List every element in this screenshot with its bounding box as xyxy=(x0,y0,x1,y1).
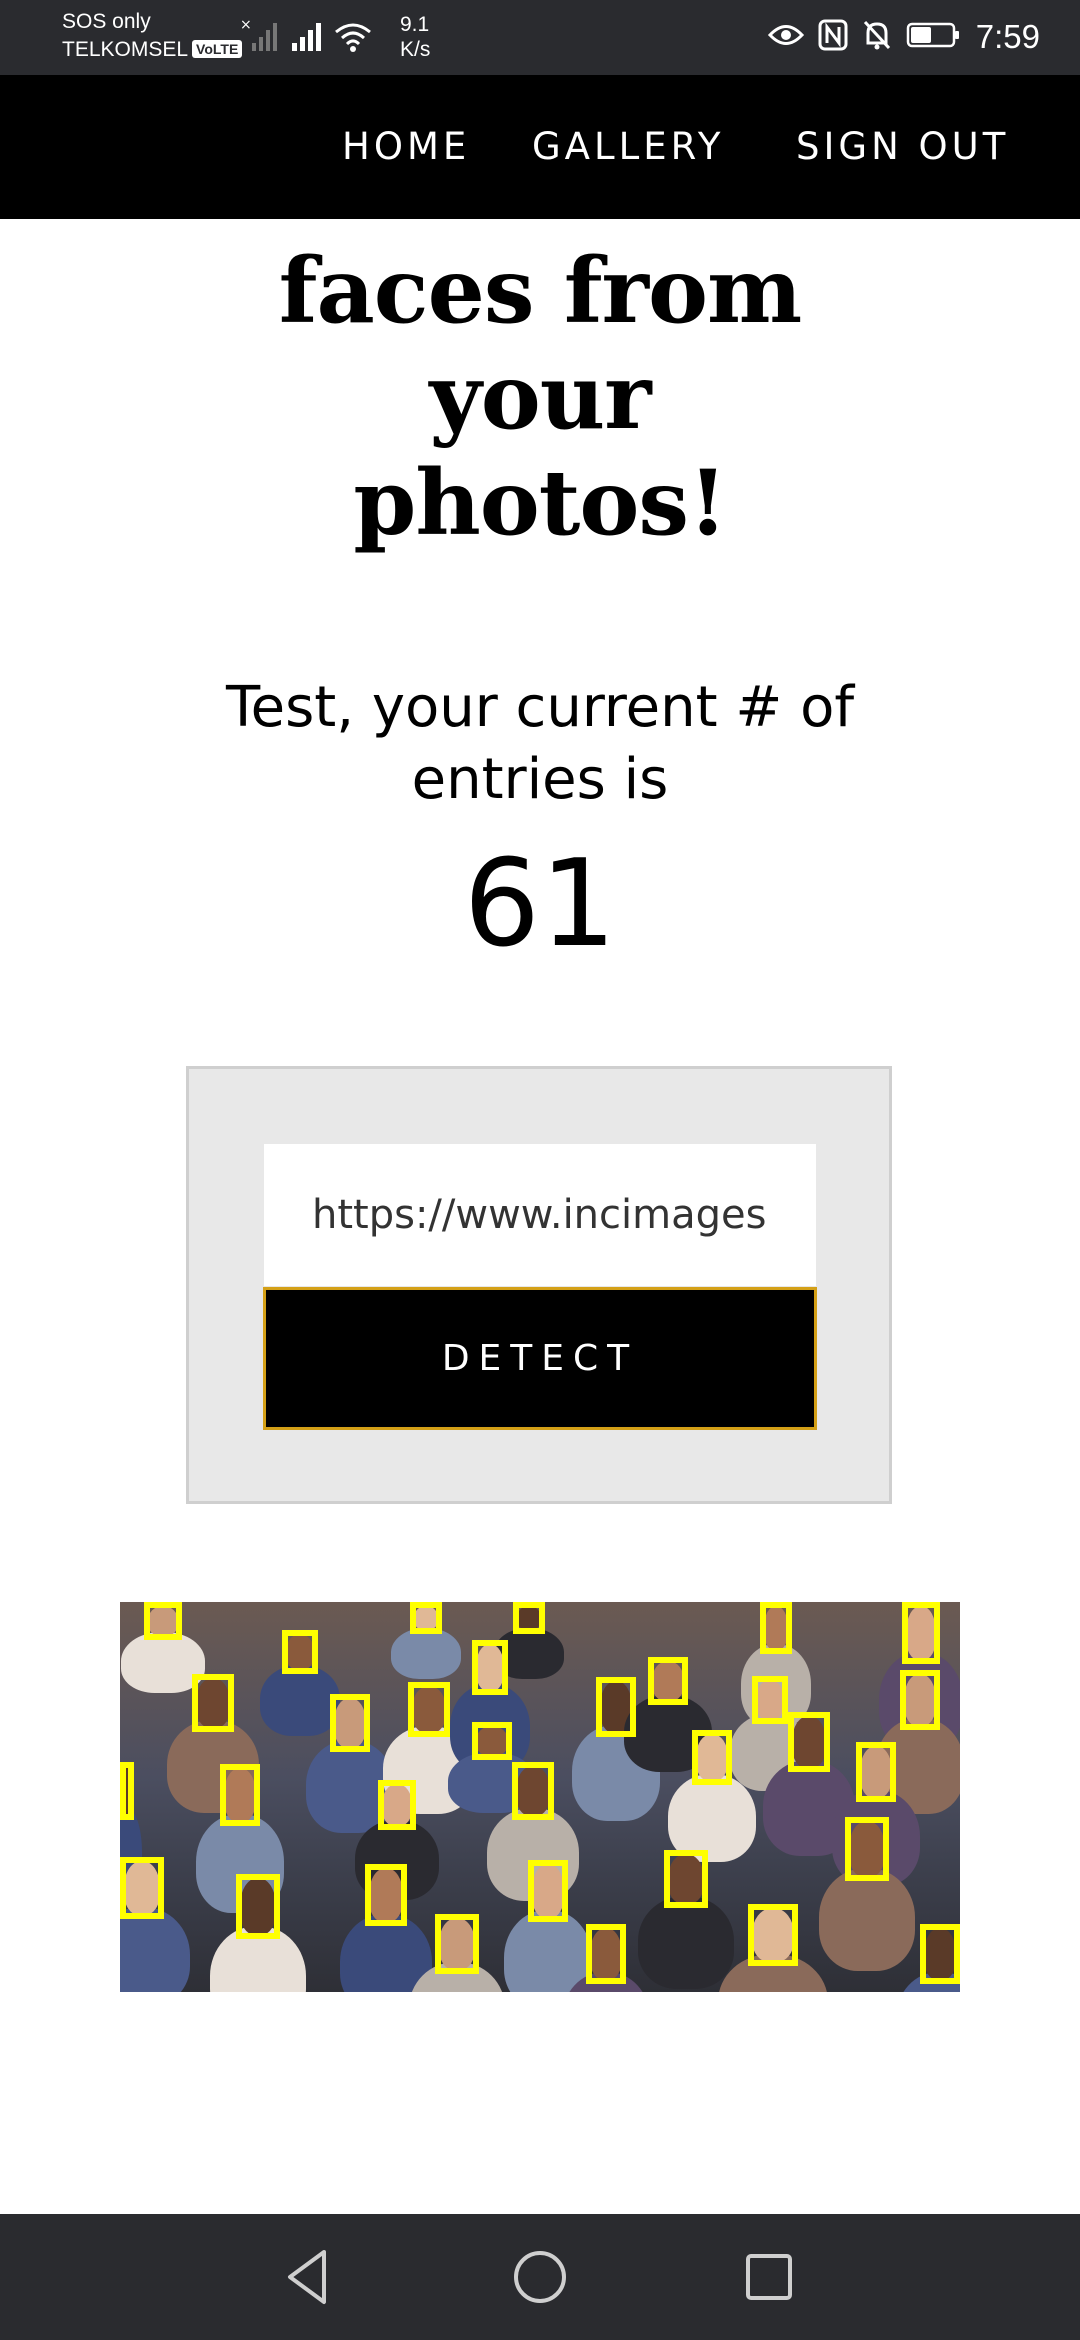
volte-badge: VoLTE xyxy=(192,40,243,58)
crowd-person xyxy=(120,1906,191,1992)
crowd-person xyxy=(260,1665,340,1736)
face-bounding-box xyxy=(378,1780,416,1830)
detected-faces-image xyxy=(120,1602,960,1992)
face-bounding-box xyxy=(282,1630,318,1674)
face-bounding-box xyxy=(330,1694,370,1752)
title-line-3: photos! xyxy=(353,450,727,556)
face-bounding-box xyxy=(920,1924,960,1984)
face-bounding-box xyxy=(902,1602,940,1664)
entries-greeting: Test, your current # of entries is xyxy=(140,672,940,816)
face-bounding-box xyxy=(220,1764,260,1826)
face-bounding-box xyxy=(692,1730,732,1785)
carrier-name: TELKOMSEL xyxy=(62,38,189,61)
face-bounding-box xyxy=(120,1762,134,1820)
face-bounding-box xyxy=(664,1850,708,1908)
face-bounding-box xyxy=(648,1657,688,1705)
system-nav-bar xyxy=(0,2214,1080,2340)
back-icon[interactable] xyxy=(276,2244,342,2310)
face-bounding-box xyxy=(752,1676,788,1724)
bell-off-icon xyxy=(862,19,892,56)
wifi-icon xyxy=(334,21,372,58)
title-line-2: your xyxy=(429,344,651,450)
nav-home-link[interactable]: HOME xyxy=(342,123,470,171)
face-bounding-box xyxy=(120,1857,164,1919)
face-bounding-box xyxy=(512,1762,554,1820)
eye-icon xyxy=(767,22,804,53)
face-bounding-box xyxy=(748,1904,798,1966)
face-bounding-box xyxy=(528,1860,568,1922)
face-bounding-box xyxy=(472,1722,512,1760)
face-bounding-box xyxy=(144,1602,182,1640)
face-bounding-box xyxy=(760,1602,792,1654)
clock: 7:59 xyxy=(975,18,1040,55)
crowd-person xyxy=(390,1627,462,1679)
image-url-input[interactable] xyxy=(264,1144,816,1286)
face-bounding-box xyxy=(435,1914,479,1974)
svg-text:×: × xyxy=(240,17,252,33)
no-signal-icon: × xyxy=(240,17,280,58)
greeting-line-2: entries is xyxy=(411,747,669,812)
face-bounding-box xyxy=(788,1712,830,1772)
battery-icon xyxy=(906,21,962,54)
face-bounding-box xyxy=(513,1602,545,1634)
signal-icon xyxy=(290,19,324,58)
top-nav: HOME GALLERY SIGN OUT xyxy=(0,75,1080,219)
network-speed: 9.1 K/s xyxy=(400,12,430,62)
sos-label: SOS only xyxy=(62,10,151,33)
face-bounding-box xyxy=(365,1864,407,1926)
crowd-person xyxy=(637,1896,735,1990)
nav-signout-link[interactable]: SIGN OUT xyxy=(796,123,1009,171)
title-line-1: faces from xyxy=(278,238,803,344)
detect-button[interactable]: DETECT xyxy=(263,1287,817,1430)
greeting-line-1: Test, your current # of xyxy=(225,675,855,740)
crowd-person xyxy=(818,1868,916,1971)
nfc-icon xyxy=(818,19,848,56)
face-bounding-box xyxy=(596,1677,636,1737)
face-bounding-box xyxy=(408,1682,450,1737)
entries-count: 61 xyxy=(463,835,617,974)
face-bounding-box xyxy=(236,1874,280,1939)
face-bounding-box xyxy=(586,1924,626,1984)
crowd-person xyxy=(668,1774,756,1862)
face-bounding-box xyxy=(192,1674,234,1732)
face-bounding-box xyxy=(845,1817,889,1881)
face-bounding-box xyxy=(472,1640,508,1695)
page-title: faces from your photos! xyxy=(140,238,940,556)
speed-value: 9.1 xyxy=(400,13,430,36)
nav-gallery-link[interactable]: GALLERY xyxy=(532,123,725,171)
status-bar: SOS only TELKOMSEL VoLTE × 9.1 K/s 7:59 xyxy=(0,0,1080,75)
carrier-info: SOS only TELKOMSEL VoLTE xyxy=(62,8,243,64)
speed-unit: K/s xyxy=(400,38,431,61)
home-icon[interactable] xyxy=(507,2244,573,2310)
recents-icon[interactable] xyxy=(736,2244,802,2310)
face-bounding-box xyxy=(900,1670,940,1730)
face-bounding-box xyxy=(410,1602,442,1634)
face-bounding-box xyxy=(856,1742,896,1802)
